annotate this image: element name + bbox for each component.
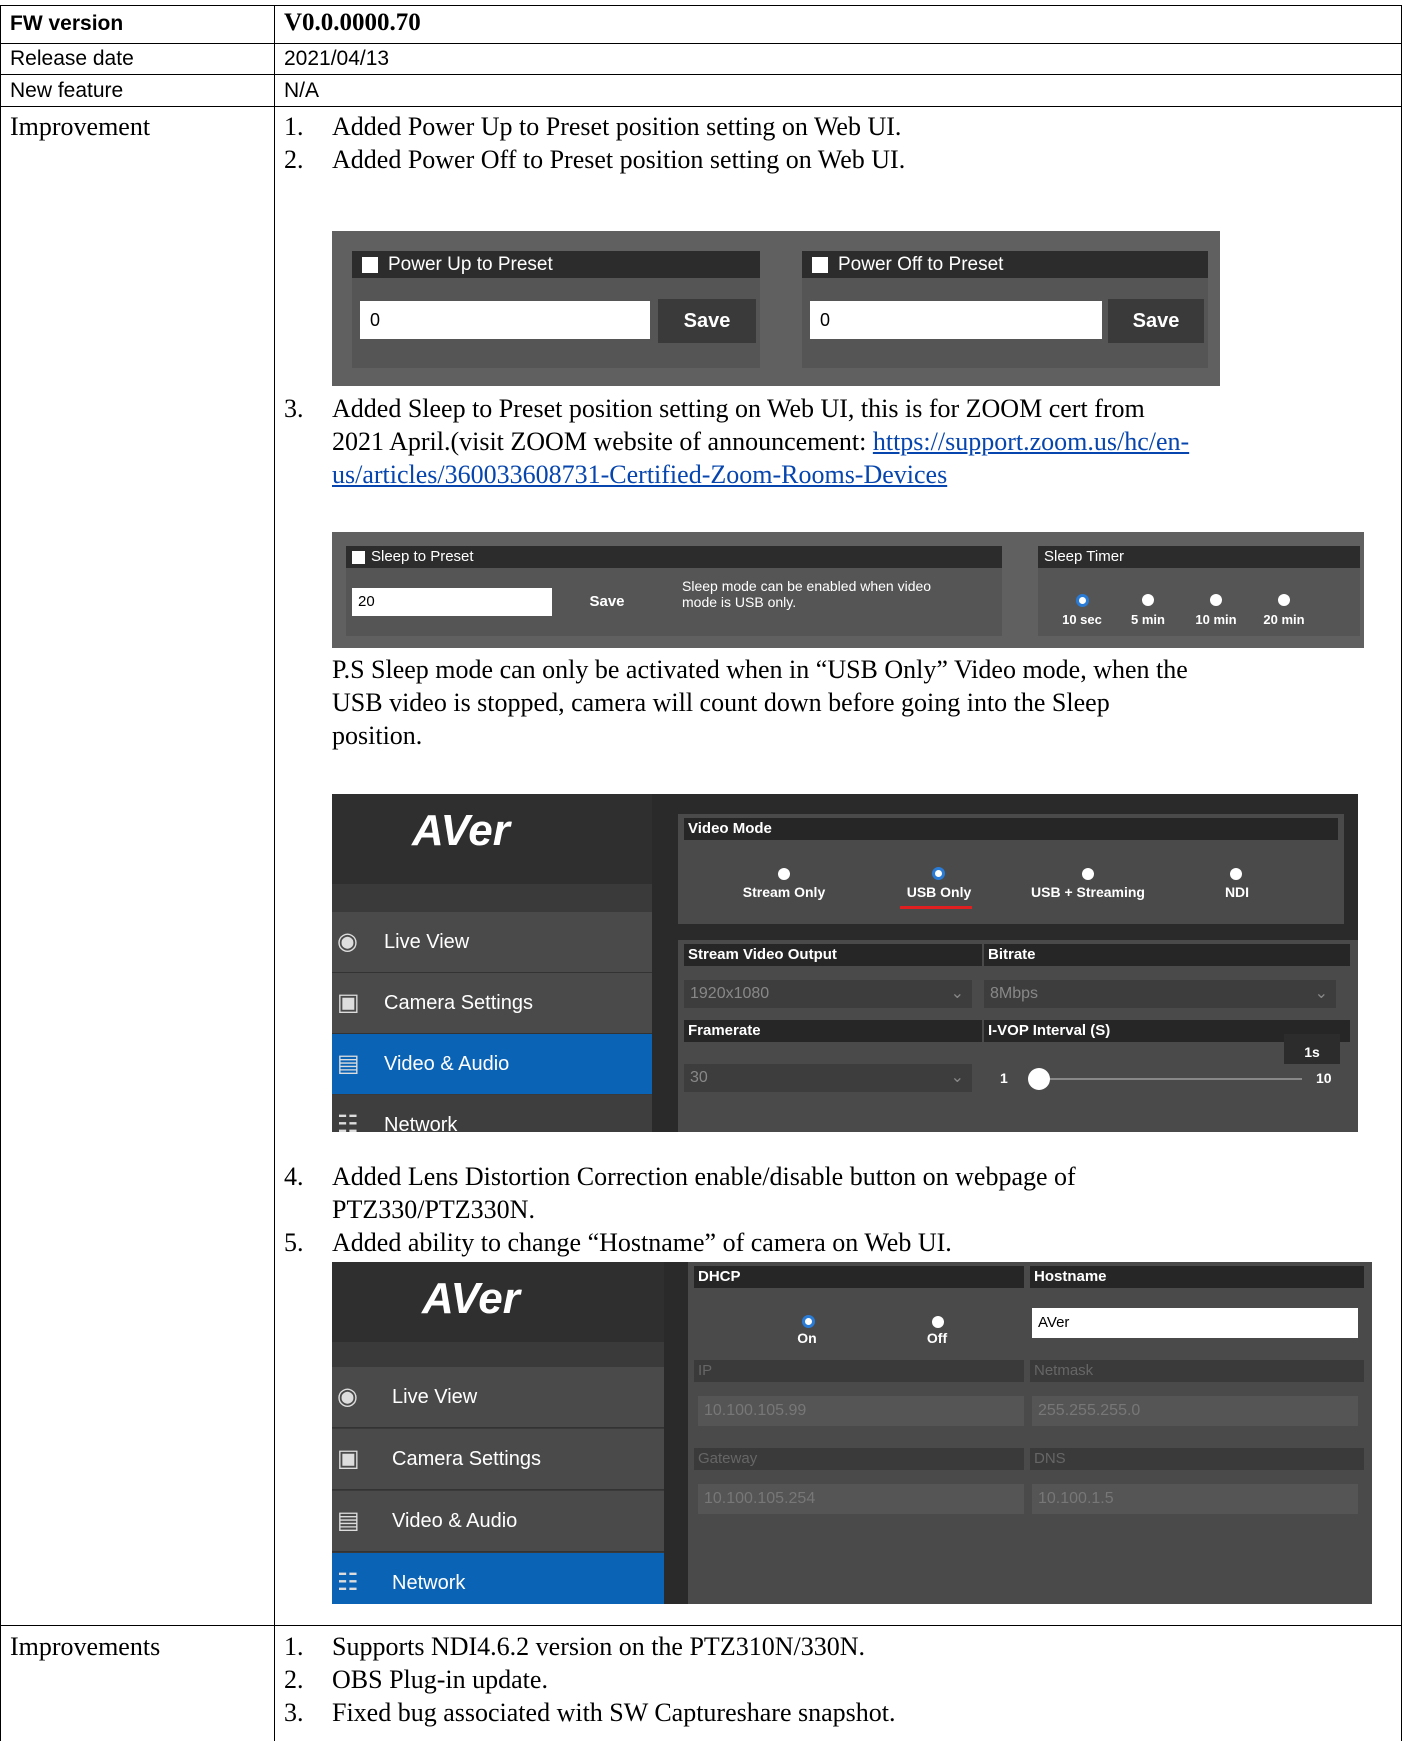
sidebar-item-network[interactable]: ☷ Network	[332, 1095, 652, 1132]
bitrate-select[interactable]: 8Mbps ⌄	[984, 980, 1336, 1008]
netmask-input[interactable]: 255.255.255.0	[1032, 1396, 1358, 1426]
sleep-save-button[interactable]: Save	[552, 586, 662, 618]
network-icon: ☷	[337, 1111, 359, 1132]
sidebar-item-network[interactable]: ☷ Network	[332, 1553, 664, 1604]
sleep-preset-screenshot: Sleep to Preset 20 Save Sleep mode can b…	[332, 532, 1364, 648]
dhcp-off-label: Off	[926, 1330, 948, 1346]
mode-label: NDI	[1224, 884, 1250, 900]
item-3-line-2: 2021 April.(visit ZOOM website of announ…	[332, 427, 1190, 456]
power-up-save-button[interactable]: Save	[658, 299, 756, 343]
radio-10-min[interactable]	[1210, 594, 1222, 606]
dhcp-header: DHCP	[694, 1266, 1024, 1288]
stream-output-select[interactable]: 1920x1080 ⌄	[684, 980, 972, 1008]
item-3-line-3: us/articles/360033608731-Certified-Zoom-…	[332, 458, 947, 491]
improvement-label: Improvement	[10, 112, 151, 141]
new-feature-label: New feature	[10, 79, 124, 102]
bitrate-header: Bitrate	[984, 944, 1350, 966]
release-date-value: 2021/04/13	[284, 47, 390, 70]
usb-only-underline	[900, 906, 972, 909]
power-off-header: Power Off to Preset	[802, 251, 1208, 278]
eye-icon: ◉	[337, 928, 358, 955]
power-up-input[interactable]: 0	[360, 301, 650, 339]
zoom-link-continued[interactable]: us/articles/360033608731-Certified-Zoom-…	[332, 460, 947, 489]
release-date-label: Release date	[10, 47, 134, 70]
sidebar-item-video-audio[interactable]: ▤ Video & Audio	[332, 1491, 664, 1552]
sidebar-item-camera-settings[interactable]: ▣ Camera Settings	[332, 973, 652, 1034]
ivop-slider-handle[interactable]	[1028, 1068, 1050, 1090]
power-up-checkbox[interactable]	[362, 256, 378, 273]
sleep-header: Sleep to Preset	[346, 546, 1002, 568]
video-mode-header: Video Mode	[684, 818, 1338, 840]
radio-usb-streaming[interactable]	[1082, 868, 1094, 880]
dhcp-on-label: On	[797, 1330, 817, 1346]
ivop-slider-track[interactable]	[1032, 1078, 1302, 1080]
radio-20-min[interactable]	[1278, 594, 1290, 606]
fw-version-value: V0.0.0000.70	[284, 9, 421, 36]
network-icon: ☷	[337, 1569, 359, 1596]
eye-icon: ◉	[337, 1383, 358, 1410]
image-icon: ▣	[337, 989, 360, 1016]
gateway-input[interactable]: 10.100.105.254	[698, 1484, 1024, 1514]
sleep-checkbox[interactable]	[352, 550, 365, 564]
fw-version-label: FW version	[10, 12, 124, 35]
chevron-down-icon: ⌄	[950, 1069, 964, 1086]
hostname-header: Hostname	[1030, 1266, 1364, 1288]
option-label: 20 min	[1263, 612, 1305, 627]
item-4-line-2: PTZ330/PTZ330N.	[332, 1195, 535, 1224]
aver-logo: AVer	[422, 1274, 520, 1323]
framerate-select[interactable]: 30 ⌄	[684, 1064, 972, 1092]
new-feature-value: N/A	[284, 79, 320, 102]
zoom-link[interactable]: https://support.zoom.us/hc/en-	[873, 427, 1189, 456]
ivop-badge: 1s	[1284, 1034, 1340, 1064]
sleep-input[interactable]: 20	[352, 588, 552, 616]
chevron-down-icon: ⌄	[950, 985, 964, 1002]
stream-output-header: Stream Video Output	[684, 944, 982, 966]
radio-ndi[interactable]	[1230, 868, 1242, 880]
sleep-timer-header: Sleep Timer	[1038, 546, 1360, 568]
radio-10-sec[interactable]	[1076, 594, 1089, 607]
ps-note: P.S Sleep mode can only be activated whe…	[332, 655, 1188, 750]
power-off-input[interactable]: 0	[810, 301, 1102, 339]
video-audio-icon: ▤	[337, 1050, 360, 1077]
gateway-header: Gateway	[694, 1448, 1024, 1470]
sidebar-item-live-view[interactable]: ◉ Live View	[332, 912, 652, 973]
power-preset-screenshot: Power Up to Preset 0 Save Power Off to P…	[332, 231, 1220, 386]
radio-dhcp-off[interactable]	[932, 1316, 944, 1328]
hostname-input[interactable]: AVer	[1032, 1308, 1358, 1338]
radio-stream-only[interactable]	[778, 868, 790, 880]
framerate-header: Framerate	[684, 1020, 982, 1042]
netmask-header: Netmask	[1030, 1360, 1364, 1382]
option-label: 10 sec	[1062, 612, 1102, 627]
video-settings-screenshot: AVer ◉ Live View ▣ Camera Settings ▤ Video …	[332, 794, 1358, 1132]
power-up-header: Power Up to Preset	[352, 251, 760, 278]
sidebar-item-live-view[interactable]: ◉ Live View	[332, 1367, 664, 1428]
mode-label: USB Only	[906, 884, 972, 900]
option-label: 5 min	[1131, 612, 1165, 627]
dns-header: DNS	[1030, 1448, 1364, 1470]
sidebar-item-camera-settings[interactable]: ▣ Camera Settings	[332, 1429, 664, 1490]
mode-label: USB + Streaming	[1031, 884, 1145, 900]
image-icon: ▣	[337, 1445, 360, 1472]
ip-header: IP	[694, 1360, 1024, 1382]
power-off-save-button[interactable]: Save	[1108, 299, 1204, 343]
ip-input[interactable]: 10.100.105.99	[698, 1396, 1024, 1426]
radio-usb-only[interactable]	[932, 867, 945, 880]
ivop-min: 1	[1000, 1070, 1008, 1086]
aver-logo: AVer	[412, 806, 510, 855]
sleep-note: Sleep mode can be enabled when video mode…	[682, 578, 932, 610]
dns-input[interactable]: 10.100.1.5	[1032, 1484, 1358, 1514]
network-settings-screenshot: AVer ◉ Live View ▣ Camera Settings ▤ Video …	[332, 1262, 1372, 1604]
improvements-label: Improvements	[10, 1632, 161, 1661]
chevron-down-icon: ⌄	[1314, 985, 1328, 1002]
radio-dhcp-on[interactable]	[802, 1315, 815, 1328]
video-audio-icon: ▤	[337, 1507, 360, 1534]
radio-5-min[interactable]	[1142, 594, 1154, 606]
power-off-checkbox[interactable]	[812, 256, 828, 273]
sidebar-item-video-audio[interactable]: ▤ Video & Audio	[332, 1034, 652, 1094]
ivop-max: 10	[1316, 1070, 1332, 1086]
mode-label: Stream Only	[742, 884, 826, 900]
option-label: 10 min	[1195, 612, 1237, 627]
